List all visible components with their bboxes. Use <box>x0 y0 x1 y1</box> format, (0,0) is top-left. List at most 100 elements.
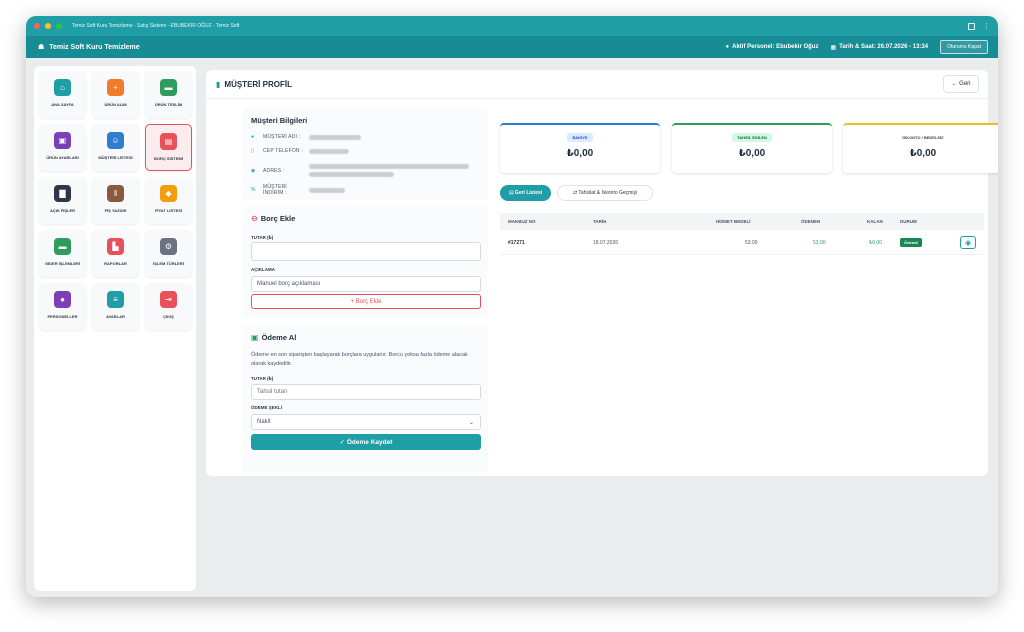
sidebar-item-label: BORÇ SİSTEMİ <box>154 156 183 161</box>
sidebar-item-label: FİŞ YAZDIR <box>104 208 127 213</box>
shirt-icon: ☗ <box>38 44 45 51</box>
sidebar-item-label: İŞLEM TÜRLERİ <box>153 261 184 266</box>
stat-label: BAKİYE <box>567 133 593 142</box>
tab-receipt-list[interactable]: ▤ Geri Listesi <box>500 185 551 201</box>
stat-label: İSKONTO / BEDELSİZ <box>897 133 949 142</box>
app-title-text: Temiz Soft Kuru Temizleme <box>49 43 140 51</box>
sidebar: ⌂ ANA SAYFA + ÜRÜN ALIM ▬ ÜRÜN TESLİM ▣ ÜRÜN AY… <box>34 66 196 591</box>
barcode-icon: ‖ <box>107 185 124 202</box>
customer-phone-row: ▯ CEP TELEFON : <box>251 148 349 154</box>
row-service-fee: 53.00 <box>745 239 758 246</box>
receipt-no: #17271 <box>508 239 525 246</box>
back-button[interactable]: ← Geri <box>943 75 979 93</box>
customer-discount-row: % MÜŞTERİ İNDİRİM : <box>251 184 345 196</box>
payment-method-select[interactable]: Nakit ⌄ <box>251 414 481 430</box>
maximize-window-button[interactable] <box>56 23 62 29</box>
sidebar-item-ana-sayfa[interactable]: ⌂ ANA SAYFA <box>39 71 86 118</box>
wallet-icon: ▤ <box>160 133 177 150</box>
col-service-fee: HİZMET BEDELİ <box>716 219 751 224</box>
page-header: ▮ MÜŞTERİ PROFİL ← Geri <box>206 70 988 99</box>
sidebar-item-label: FİYAT LİSTESİ <box>154 208 183 213</box>
tab-payment-history[interactable]: ⇄ Tahsilat & İskonto Geçmişi <box>557 185 653 201</box>
sidebar-item-label: RAPORLAR <box>104 261 127 266</box>
location-icon: ◉ <box>251 167 256 174</box>
payment-section-title-text: Ödeme Al <box>261 333 297 342</box>
customer-section-title: Müşteri Bilgileri <box>251 116 308 125</box>
sidebar-item-label: ÇIKIŞ <box>163 314 174 319</box>
sidebar-item-label: ÜRÜN TESLİM <box>154 102 183 107</box>
gears-icon: ⚙ <box>160 238 177 255</box>
col-remaining: KALAN <box>867 219 883 224</box>
sidebar-item-raporlar[interactable]: ▙ RAPORLAR <box>92 230 139 277</box>
payment-amount-label: TUTAR (₺) <box>251 376 274 381</box>
copy-icon[interactable] <box>968 22 975 30</box>
sidebar-item-label: PERSONELLER <box>47 314 78 319</box>
minimize-window-button[interactable] <box>45 23 51 29</box>
sidebar-item-label: AÇIK FİŞLER <box>49 208 76 213</box>
debt-description-input[interactable]: Manuel borç açıklaması <box>251 276 481 292</box>
close-window-button[interactable] <box>34 23 40 29</box>
col-date: TARİH <box>593 219 607 224</box>
home-icon: ⌂ <box>54 79 71 96</box>
stat-value: ₺0,00 <box>566 148 594 159</box>
file-icon: ▮ <box>216 79 221 89</box>
sidebar-item-label: ÜRÜN AYARLARI <box>46 155 79 160</box>
debt-section-title: ⊖ Borç Ekle <box>251 214 295 223</box>
sidebar-item-ayarlar[interactable]: ≡ AYARLAR <box>92 283 139 330</box>
more-icon[interactable]: ⋮ <box>983 22 990 30</box>
user-icon: ● <box>725 44 730 50</box>
chevron-down-icon: ⌄ <box>468 419 474 426</box>
sliders-icon: ≡ <box>107 291 124 308</box>
address-value <box>309 164 469 169</box>
page-title: ▮ MÜŞTERİ PROFİL <box>216 80 292 89</box>
add-debt-button[interactable]: + Borç Ekle <box>251 294 481 309</box>
view-eye-icon[interactable]: ◉ <box>960 236 976 249</box>
address-label: ADRES : <box>263 167 285 174</box>
status-badge: Ödendi <box>900 238 922 247</box>
file-icon: ▇ <box>54 185 71 202</box>
logout-icon: ⇥ <box>160 291 177 308</box>
sidebar-item-açik-fi-şler[interactable]: ▇ AÇIK FİŞLER <box>39 177 86 224</box>
truck-icon: ▬ <box>160 79 177 96</box>
window-controls <box>34 23 62 29</box>
sidebar-item-çikiş[interactable]: ⇥ ÇIKIŞ <box>145 283 192 330</box>
debt-add-card: ⊖ Borç Ekle TUTAR (₺) AÇIKLAMA Manuel bo… <box>243 206 488 318</box>
discount-value <box>309 187 345 193</box>
payment-method-label: ÖDEME ŞEKLİ <box>251 405 283 410</box>
stat-value: ₺0,00 <box>738 148 766 159</box>
sidebar-item-i-şlem-türleri-[interactable]: ⚙ İŞLEM TÜRLERİ <box>145 230 192 277</box>
payment-method-value: Nakit <box>257 419 271 425</box>
phone-label: CEP TELEFON : <box>263 148 303 154</box>
phone-icon: ▯ <box>251 148 254 154</box>
sidebar-item-ürün-alim[interactable]: + ÜRÜN ALIM <box>92 71 139 118</box>
save-payment-button[interactable]: ✓ Ödeme Kaydet <box>251 434 481 450</box>
debt-amount-input[interactable] <box>251 242 481 261</box>
cash-icon: ▣ <box>251 333 259 342</box>
sidebar-item-fi-ş-yazdir[interactable]: ‖ FİŞ YAZDIR <box>92 177 139 224</box>
discount-label: MÜŞTERİ İNDİRİM : <box>263 184 287 196</box>
sidebar-item-label: ANA SAYFA <box>51 102 74 107</box>
sidebar-item-label: AYARLAR <box>106 314 125 319</box>
chart-icon: ▙ <box>107 238 124 255</box>
datetime: Tarih & Saat: 26.07.2026 - 13:34 <box>839 44 929 50</box>
close-session-button[interactable]: Oturumu Kapat <box>940 40 988 54</box>
sidebar-item-fi-yat-li-stesi-[interactable]: ◆ FİYAT LİSTESİ <box>145 177 192 224</box>
sidebar-item-müşteri-li-stesi-[interactable]: ☺ MÜŞTERİ LİSTESİ <box>92 124 139 171</box>
sidebar-item-gi-der-i-şlemleri-[interactable]: ▬ GİDER İŞLEMLERİ <box>39 230 86 277</box>
col-receipt-no: MAKBUZ NO <box>508 219 536 224</box>
sidebar-item-label: ÜRÜN ALIM <box>104 102 127 107</box>
stat-card: BAKİYE ₺0,00 <box>500 123 660 173</box>
table-row[interactable]: #17271 18.07.2026 53.00 53.00 ₺0,00 Öden… <box>500 231 984 255</box>
sidebar-item-borç-si-stemi-[interactable]: ▤ BORÇ SİSTEMİ <box>145 124 192 171</box>
payment-amount-input[interactable]: Tahsil tutarı <box>251 384 481 400</box>
sidebar-item-personeller[interactable]: ● PERSONELLER <box>39 283 86 330</box>
minus-circle-icon: ⊖ <box>251 214 258 223</box>
plus-circle-icon: + <box>107 79 124 96</box>
customer-info-card: Müşteri Bilgileri ● MÜŞTERİ ADI : ▯ CEP … <box>243 108 488 200</box>
sidebar-item-ürün-ayarlari[interactable]: ▣ ÜRÜN AYARLARI <box>39 124 86 171</box>
debt-section-title-text: Borç Ekle <box>260 214 296 223</box>
col-status: DURUM <box>900 219 917 224</box>
sidebar-item-label: MÜŞTERİ LİSTESİ <box>98 155 133 160</box>
payment-section-title: ▣ Ödeme Al <box>251 333 296 342</box>
sidebar-item-ürün-tesli-m[interactable]: ▬ ÜRÜN TESLİM <box>145 71 192 118</box>
